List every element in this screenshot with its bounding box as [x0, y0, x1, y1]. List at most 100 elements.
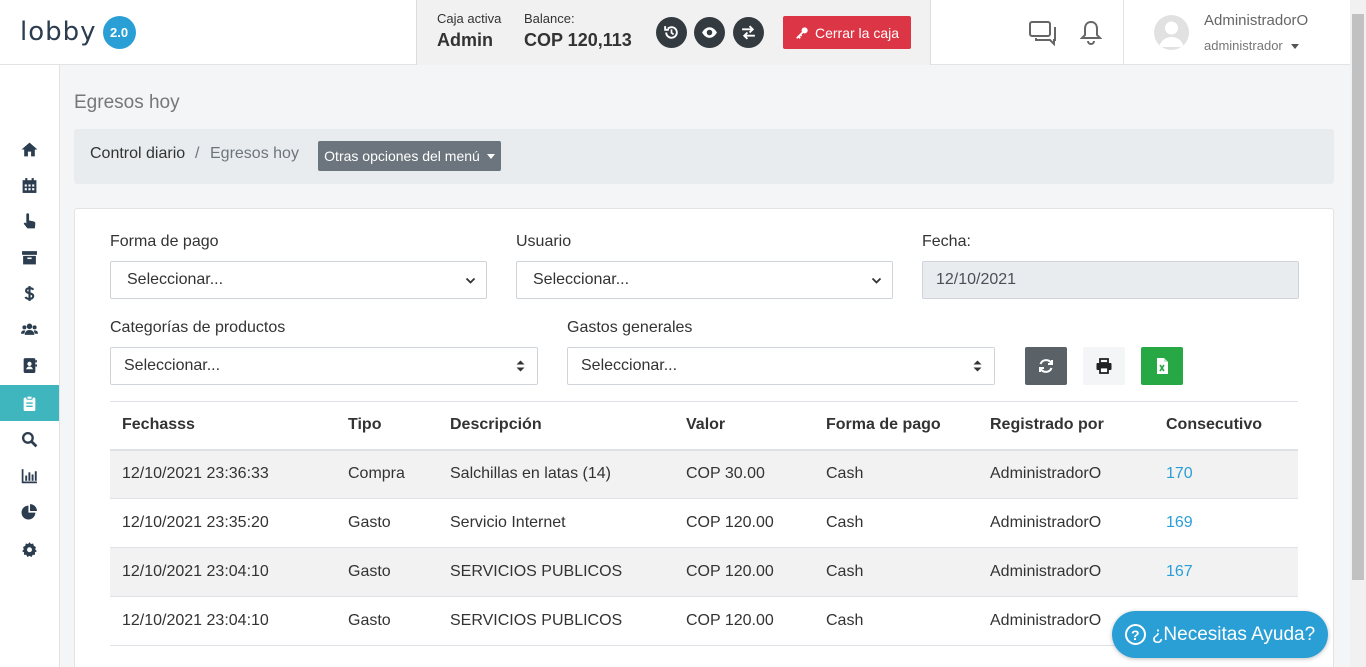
active-cashbox-value: Admin — [437, 30, 493, 50]
address-book-icon — [23, 357, 37, 373]
general-expenses-select[interactable]: Seleccionar... — [567, 347, 995, 385]
cell-description: SERVICIOS PUBLICOS — [438, 547, 674, 597]
key-icon — [796, 26, 808, 39]
sidebar-item-contacts[interactable] — [0, 347, 59, 383]
chat-icon — [1029, 21, 1056, 47]
date-label: Fecha: — [922, 233, 971, 250]
payment-method-select[interactable]: Seleccionar... — [110, 261, 487, 299]
column-header-date[interactable]: Fechasss — [110, 402, 336, 450]
column-header-registered-by[interactable]: Registrado por — [978, 402, 1154, 450]
cell-payment-method: Cash — [814, 498, 978, 548]
home-icon — [21, 142, 38, 156]
consecutive-link[interactable]: 169 — [1166, 514, 1193, 531]
cell-payment-method: Cash — [814, 449, 978, 499]
chevron-down-icon — [1290, 44, 1299, 50]
user-menu[interactable]: AdministradorO administrador — [1123, 0, 1350, 65]
sidebar-item-money[interactable] — [0, 275, 59, 311]
page-scrollbar[interactable] — [1350, 0, 1366, 667]
calendar-icon — [22, 177, 37, 193]
payment-method-value: Seleccionar... — [127, 271, 224, 288]
cell-value: COP 120.00 — [674, 498, 814, 548]
table-row: 12/10/2021 23:04:10 Gasto SERVICIOS PUBL… — [110, 547, 1298, 597]
column-header-description[interactable]: Descripción — [438, 402, 674, 450]
top-bar: lobby 2.0 Caja activa Admin Balance: COP… — [0, 0, 1350, 65]
cell-consecutive: 170 — [1154, 449, 1298, 499]
refresh-button[interactable] — [1025, 347, 1067, 385]
user-filter-select[interactable]: Seleccionar... — [516, 261, 893, 299]
product-categories-select[interactable]: Seleccionar... — [110, 347, 538, 385]
balance-value: COP 120,113 — [524, 30, 632, 50]
cell-description: Salchillas en latas (14) — [438, 449, 674, 499]
dollar-icon — [24, 285, 35, 301]
other-options-label: Otras opciones del menú — [324, 148, 480, 164]
sidebar-item-home[interactable] — [0, 131, 59, 167]
scrollbar-thumb[interactable] — [1352, 14, 1364, 580]
cell-consecutive: 169 — [1154, 498, 1298, 548]
print-button[interactable] — [1083, 347, 1125, 385]
sort-icon — [973, 360, 982, 372]
column-header-consecutive[interactable]: Consecutivo — [1154, 402, 1298, 450]
sidebar-item-statistics[interactable] — [0, 493, 59, 529]
sidebar-item-search[interactable] — [0, 421, 59, 457]
cell-payment-method: Cash — [814, 547, 978, 597]
cashbox-panel: Caja activa Admin Balance: COP 120,113 C… — [416, 0, 931, 65]
date-field: 12/10/2021 — [922, 261, 1299, 299]
view-button[interactable] — [694, 17, 725, 48]
chevron-down-icon — [465, 277, 476, 284]
sidebar-item-settings[interactable] — [0, 531, 59, 567]
breadcrumb-item-current: Egresos hoy — [210, 145, 299, 162]
close-cashbox-button[interactable]: Cerrar la caja — [783, 16, 911, 49]
sidebar-item-users[interactable] — [0, 311, 59, 347]
consecutive-link[interactable]: 167 — [1166, 563, 1193, 580]
table-row: 12/10/2021 23:36:33 Compra Salchillas en… — [110, 449, 1298, 499]
cell-date: 12/10/2021 23:04:10 — [110, 547, 336, 597]
cell-consecutive: 167 — [1154, 547, 1298, 597]
pie-chart-icon — [21, 503, 37, 519]
bell-icon — [1079, 20, 1103, 45]
expenses-table: Fechasss Tipo Descripción Valor Forma de… — [110, 401, 1298, 646]
chevron-down-icon — [871, 277, 882, 284]
cell-description: SERVICIOS PUBLICOS — [438, 596, 674, 646]
sidebar-item-reports[interactable] — [0, 457, 59, 493]
sidebar-item-archive[interactable] — [0, 239, 59, 275]
exchange-icon — [742, 25, 755, 40]
table-header-row: Fechasss Tipo Descripción Valor Forma de… — [110, 401, 1298, 450]
other-options-button[interactable]: Otras opciones del menú — [318, 141, 501, 171]
search-icon — [21, 431, 38, 447]
cell-type: Gasto — [336, 547, 438, 597]
sidebar-item-calendar[interactable] — [0, 167, 59, 203]
sort-icon — [516, 360, 525, 372]
cell-value: COP 30.00 — [674, 449, 814, 499]
history-button[interactable] — [656, 17, 687, 48]
eye-icon — [702, 27, 717, 38]
messages-button[interactable] — [1028, 20, 1058, 51]
help-button[interactable]: ? ¿Necesitas Ayuda? — [1112, 611, 1328, 658]
consecutive-link[interactable]: 170 — [1166, 465, 1193, 482]
table-row: 12/10/2021 23:35:20 Gasto Servicio Inter… — [110, 498, 1298, 548]
close-cashbox-label: Cerrar la caja — [814, 24, 900, 41]
user-role: administrador — [1204, 38, 1299, 53]
sidebar-item-daily-control[interactable] — [0, 385, 59, 421]
chevron-down-icon — [486, 153, 495, 159]
logo-text: lobby — [20, 17, 97, 47]
breadcrumb: Control diario / Egresos hoy Otras opcio… — [74, 129, 1334, 184]
product-categories-value: Seleccionar... — [124, 357, 221, 374]
breadcrumb-item-control[interactable]: Control diario — [90, 145, 185, 163]
notifications-button[interactable] — [1079, 19, 1103, 50]
transfer-button[interactable] — [733, 17, 764, 48]
logo[interactable]: lobby 2.0 — [20, 14, 136, 50]
cell-type: Compra — [336, 449, 438, 499]
column-header-type[interactable]: Tipo — [336, 402, 438, 450]
print-icon — [1096, 358, 1112, 374]
user-role-text: administrador — [1204, 38, 1283, 53]
clipboard-icon — [23, 395, 36, 411]
export-excel-button[interactable] — [1141, 347, 1183, 385]
refresh-icon — [1039, 359, 1053, 373]
help-label: ¿Necesitas Ayuda? — [1151, 623, 1316, 645]
column-header-payment-method[interactable]: Forma de pago — [814, 402, 978, 450]
column-header-value[interactable]: Valor — [674, 402, 814, 450]
cell-date: 12/10/2021 23:04:10 — [110, 596, 336, 646]
sidebar-item-pointer[interactable] — [0, 203, 59, 239]
sidebar — [0, 65, 60, 667]
cell-type: Gasto — [336, 596, 438, 646]
